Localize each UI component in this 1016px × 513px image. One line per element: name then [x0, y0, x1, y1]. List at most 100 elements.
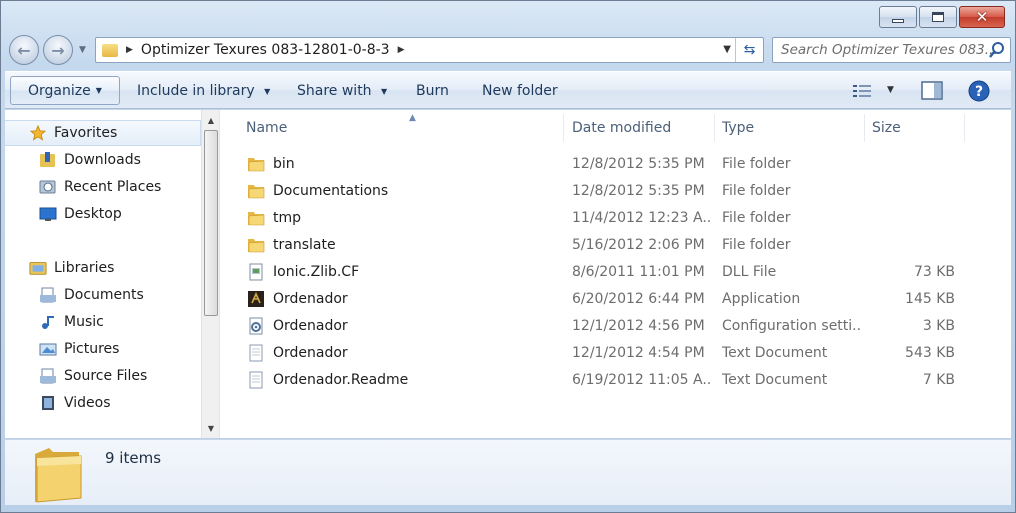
- file-name: tmp: [273, 210, 302, 226]
- view-options-icon[interactable]: [853, 84, 873, 98]
- folder-icon: [248, 158, 265, 172]
- table-row[interactable]: Ordenador.Readme 6/19/2012 11:05 A... Text…: [227, 367, 1011, 394]
- file-type: Configuration setti...: [722, 318, 860, 334]
- back-button[interactable]: ←: [9, 35, 39, 65]
- file-size: 543 KB: [905, 345, 955, 361]
- navigation-pane-scrollbar[interactable]: ▲ ▼: [201, 110, 219, 438]
- libraries-label: Libraries: [54, 260, 115, 276]
- column-header-name[interactable]: Name ▲: [239, 113, 564, 142]
- table-row[interactable]: bin 12/8/2012 5:35 PM File folder: [227, 151, 1011, 178]
- file-size: 7 KB: [922, 372, 955, 388]
- sidebar-item-label: Recent Places: [64, 179, 162, 195]
- organize-button[interactable]: Organize ▼: [10, 76, 120, 105]
- folder-icon: [248, 239, 265, 253]
- file-name: Ordenador: [273, 318, 348, 334]
- column-header-date-modified[interactable]: Date modified: [565, 114, 715, 142]
- breadcrumb[interactable]: Optimizer Texures 083-12801-0-8-3: [141, 42, 390, 58]
- sidebar-item-videos[interactable]: Videos: [5, 390, 201, 416]
- file-date-modified: 6/19/2012 11:05 A...: [572, 372, 712, 388]
- search-placeholder: Search Optimizer Texures 083...: [781, 42, 998, 58]
- libraries-icon: [29, 262, 47, 275]
- close-icon: ✕: [975, 7, 989, 26]
- file-type: File folder: [722, 183, 791, 199]
- burn-button[interactable]: Burn: [416, 83, 449, 99]
- chevron-right-icon[interactable]: ▶: [126, 45, 133, 55]
- chevron-down-icon: ▼: [381, 86, 388, 96]
- file-date-modified: 12/1/2012 4:54 PM: [572, 345, 705, 361]
- address-bar[interactable]: ▶ Optimizer Texures 083-12801-0-8-3 ▶ ▼ …: [95, 37, 764, 63]
- recent-pages-dropdown[interactable]: ▼: [79, 45, 86, 55]
- file-type: DLL File: [722, 264, 777, 280]
- sidebar-item-source-files[interactable]: Source Files: [5, 363, 201, 389]
- file-name: translate: [273, 237, 336, 253]
- sidebar-item-label: Desktop: [64, 206, 122, 222]
- file-type: Application: [722, 291, 801, 307]
- pane-splitter[interactable]: [219, 110, 223, 438]
- include-in-library-button[interactable]: Include in library ▼: [137, 83, 270, 99]
- recent-places-icon: [39, 180, 56, 194]
- minimize-icon: [892, 19, 904, 23]
- scroll-down-icon[interactable]: ▼: [202, 420, 220, 436]
- minimize-button[interactable]: [879, 6, 917, 28]
- table-row[interactable]: Ordenador 12/1/2012 4:56 PM Configuration …: [227, 313, 1011, 340]
- scroll-up-icon[interactable]: ▲: [202, 112, 220, 128]
- file-name: Ionic.Zlib.CF: [273, 264, 360, 280]
- preview-pane-icon[interactable]: [921, 81, 943, 101]
- file-name: bin: [273, 156, 295, 172]
- refresh-button[interactable]: ⇆: [735, 38, 763, 62]
- file-date-modified: 11/4/2012 12:23 A...: [572, 210, 712, 226]
- sidebar-item-libraries[interactable]: Libraries: [5, 255, 201, 281]
- table-row[interactable]: Ordenador 6/20/2012 6:44 PM Application 145…: [227, 286, 1011, 313]
- chevron-down-icon: ▼: [264, 86, 271, 96]
- music-library-icon: [42, 316, 54, 329]
- file-date-modified: 12/1/2012 4:56 PM: [572, 318, 705, 334]
- new-folder-button[interactable]: New folder: [482, 83, 558, 99]
- column-header-size[interactable]: Size: [865, 114, 965, 142]
- view-dropdown-icon[interactable]: ▼: [887, 85, 894, 95]
- maximize-button[interactable]: [919, 6, 957, 28]
- scrollbar-thumb[interactable]: [204, 130, 218, 316]
- source-files-library-icon: [40, 368, 56, 384]
- sidebar-item-music[interactable]: Music: [5, 309, 201, 335]
- navigation-pane: Favorites Downloads Recent Places Deskto…: [5, 110, 201, 438]
- table-row[interactable]: Documentations 12/8/2012 5:35 PM File fold…: [227, 178, 1011, 205]
- table-row[interactable]: translate 5/16/2012 2:06 PM File folder: [227, 232, 1011, 259]
- config-file-icon: [249, 317, 263, 335]
- file-type: Text Document: [722, 372, 828, 388]
- svg-text:?: ?: [975, 84, 983, 100]
- column-header-type[interactable]: Type: [715, 114, 865, 142]
- forward-button[interactable]: →: [43, 35, 73, 65]
- search-input[interactable]: Search Optimizer Texures 083...: [772, 37, 1011, 63]
- address-dropdown-icon[interactable]: ▼: [723, 44, 731, 55]
- downloads-folder-icon: [40, 152, 55, 167]
- content-area: Favorites Downloads Recent Places Deskto…: [5, 110, 1011, 438]
- refresh-icon: ⇆: [743, 42, 756, 58]
- folder-icon: [35, 448, 82, 503]
- sidebar-item-pictures[interactable]: Pictures: [5, 336, 201, 362]
- sidebar-item-downloads[interactable]: Downloads: [5, 147, 201, 173]
- table-row[interactable]: Ionic.Zlib.CF 8/6/2011 11:01 PM DLL File 73…: [227, 259, 1011, 286]
- file-type: File folder: [722, 210, 791, 226]
- sidebar-item-label: Pictures: [64, 341, 120, 357]
- table-row[interactable]: Ordenador 12/1/2012 4:54 PM Text Document 5…: [227, 340, 1011, 367]
- search-icon[interactable]: [988, 41, 1006, 59]
- pictures-library-icon: [39, 343, 57, 356]
- command-bar: Organize ▼ Include in library ▼ Share wi…: [5, 71, 1011, 109]
- chevron-right-icon[interactable]: ▶: [398, 45, 405, 55]
- sidebar-item-favorites[interactable]: Favorites: [5, 120, 201, 146]
- sidebar-item-desktop[interactable]: Desktop: [5, 201, 201, 227]
- sidebar-item-label: Source Files: [64, 368, 148, 384]
- file-date-modified: 12/8/2012 5:35 PM: [572, 156, 705, 172]
- sidebar-item-label: Videos: [64, 395, 111, 411]
- sidebar-item-recent-places[interactable]: Recent Places: [5, 174, 201, 200]
- sidebar-item-label: Downloads: [64, 152, 141, 168]
- column-header-label: Type: [722, 120, 755, 136]
- close-button[interactable]: ✕: [959, 6, 1005, 28]
- sidebar-item-label: Documents: [64, 287, 144, 303]
- folder-icon: [248, 185, 265, 199]
- help-icon[interactable]: ?: [968, 80, 990, 102]
- share-with-button[interactable]: Share with ▼: [297, 83, 387, 99]
- favorites-label: Favorites: [54, 125, 118, 141]
- sidebar-item-documents[interactable]: Documents: [5, 282, 201, 308]
- table-row[interactable]: tmp 11/4/2012 12:23 A... File folder: [227, 205, 1011, 232]
